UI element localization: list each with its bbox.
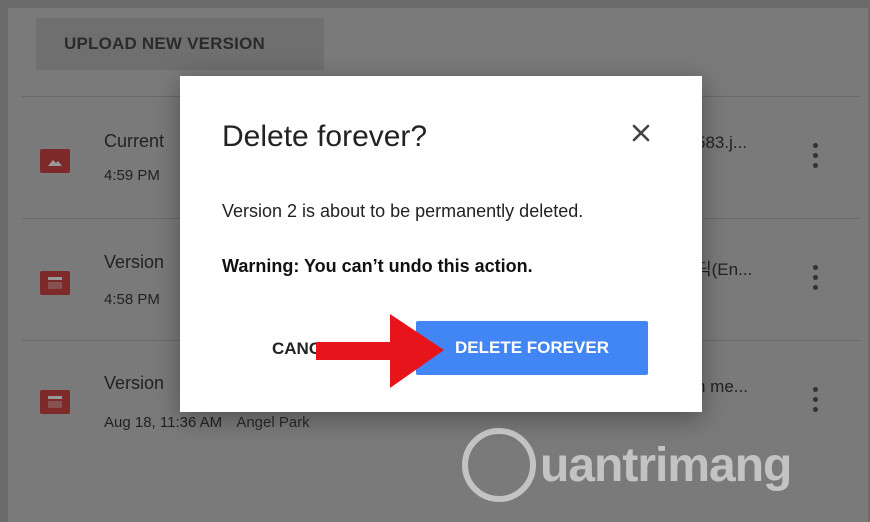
video-icon — [40, 390, 70, 414]
version-time: 4:58 PM — [104, 291, 160, 308]
watermark-logo-icon — [462, 428, 536, 502]
dialog-warning: Warning: You can’t undo this action. — [222, 256, 533, 276]
watermark: uantrimang — [462, 420, 862, 502]
dialog-title: Delete forever? — [222, 120, 428, 153]
watermark-text: uantrimang — [540, 439, 792, 492]
version-author: Angel Park — [236, 414, 310, 431]
version-title: Current — [104, 131, 165, 151]
app-frame: UPLOAD NEW VERSION Current 4:59 PM 583.j… — [0, 0, 870, 522]
more-options-icon[interactable] — [810, 143, 820, 173]
version-time-text: Aug 18, 11:36 AM — [104, 414, 223, 431]
close-icon[interactable] — [628, 120, 654, 146]
annotation-arrow — [316, 314, 444, 388]
more-options-icon[interactable] — [810, 265, 820, 295]
video-icon — [40, 271, 70, 295]
version-filename: 583.j... — [696, 133, 748, 152]
upload-new-version-button[interactable]: UPLOAD NEW VERSION — [36, 18, 324, 70]
version-time: Aug 18, 11:36 AM Angel Park — [104, 414, 310, 431]
version-title: Version — [104, 373, 165, 393]
dialog-message: Version 2 is about to be permanently del… — [222, 201, 584, 221]
delete-forever-button[interactable]: DELETE FOREVER — [416, 321, 648, 375]
version-filename: n me... — [696, 377, 748, 396]
version-filename: 딕(En... — [696, 260, 753, 279]
version-title: Version — [104, 252, 165, 272]
version-time: 4:59 PM — [104, 167, 160, 184]
more-options-icon[interactable] — [810, 387, 820, 417]
image-icon — [40, 149, 70, 173]
